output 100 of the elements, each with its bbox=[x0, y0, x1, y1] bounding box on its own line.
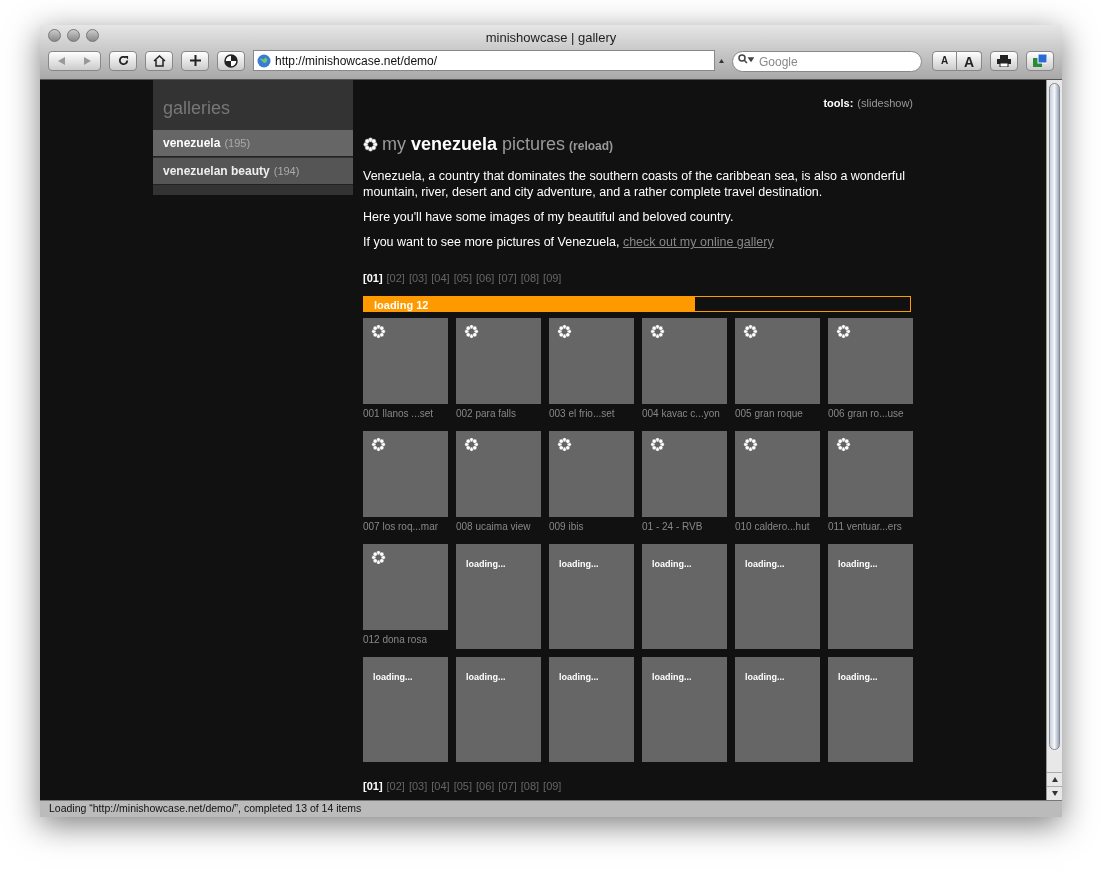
slideshow-link[interactable]: (slideshow) bbox=[857, 95, 913, 112]
thumbnail-caption: 01 - 24 - RVB bbox=[642, 519, 704, 534]
thumbnail[interactable]: loading... bbox=[735, 543, 820, 649]
thumbnail[interactable]: loading... bbox=[549, 656, 634, 762]
page-link[interactable]: [01] bbox=[363, 777, 383, 794]
loading-label: loading... bbox=[652, 558, 692, 569]
address-field[interactable]: http://minishowcase.net/demo/ bbox=[253, 50, 715, 71]
page-link[interactable]: [08] bbox=[520, 270, 540, 287]
page-link[interactable]: [04] bbox=[431, 270, 450, 287]
thumbnail[interactable]: loading... bbox=[642, 543, 727, 649]
spinner-icon bbox=[743, 323, 758, 339]
thumbnail[interactable] bbox=[456, 430, 541, 517]
thumbnail[interactable] bbox=[735, 317, 820, 404]
thumbnail[interactable] bbox=[549, 317, 634, 404]
thumbnail[interactable]: loading... bbox=[735, 656, 820, 762]
loading-label: loading... bbox=[838, 671, 878, 682]
thumbnail-caption: 002 para falls bbox=[456, 406, 518, 421]
larger-text-button[interactable]: A bbox=[957, 50, 982, 71]
page-link[interactable]: [07] bbox=[498, 270, 517, 287]
plus-icon bbox=[189, 55, 201, 66]
page-link[interactable]: [09] bbox=[543, 270, 562, 287]
thumbnail-caption: 008 ucaima view bbox=[456, 519, 532, 534]
thumbnail[interactable]: loading... bbox=[642, 656, 727, 762]
sidebar-title: galleries bbox=[162, 97, 232, 120]
tools-label: tools: bbox=[823, 96, 854, 111]
page-link[interactable]: [08] bbox=[520, 777, 540, 794]
thumbnail[interactable] bbox=[735, 430, 820, 517]
thumbnail[interactable] bbox=[642, 317, 727, 404]
home-button[interactable] bbox=[145, 50, 173, 71]
minimize-button[interactable] bbox=[67, 29, 80, 42]
loading-label: loading... bbox=[838, 558, 878, 569]
smaller-text-button[interactable]: A bbox=[932, 50, 957, 71]
thumbnail[interactable] bbox=[828, 317, 913, 404]
page-link[interactable]: [07] bbox=[498, 777, 517, 794]
zoom-button[interactable] bbox=[86, 29, 99, 42]
down-arrow-icon bbox=[1051, 791, 1058, 796]
page-link[interactable]: [05] bbox=[453, 777, 472, 794]
spinner-icon bbox=[557, 323, 572, 339]
loading-label: loading... bbox=[559, 558, 599, 569]
paragraph-text: If you want to see more pictures of Venezuela, bbox=[363, 235, 621, 249]
search-field[interactable]: Google bbox=[732, 51, 922, 72]
loading-label: loading... bbox=[466, 671, 506, 682]
thumbnail[interactable] bbox=[642, 430, 727, 517]
loading-label: loading... bbox=[745, 558, 785, 569]
page-link[interactable]: [06] bbox=[476, 270, 495, 287]
paragraph-text: Here you'll have some images of my beautiful and beloved country. bbox=[363, 209, 735, 225]
thumbnail[interactable] bbox=[549, 430, 634, 517]
loading-label: loading... bbox=[373, 671, 413, 682]
page-link[interactable]: [04] bbox=[431, 777, 450, 794]
paragraph-text: Venezuela, a country that dominates the southern coasts of the caribbean sea, is also a wonderful mountain, river, desert and city adventure, and a rather complete travel destination. bbox=[363, 168, 906, 200]
window-title: minishowcase | gallery bbox=[485, 29, 617, 47]
home-icon bbox=[152, 54, 166, 67]
loading-label: loading... bbox=[559, 671, 599, 682]
sidebar-item[interactable]: venezuelan beauty (194) bbox=[153, 158, 353, 185]
globe-icon bbox=[257, 53, 271, 68]
print-button[interactable] bbox=[990, 50, 1018, 71]
spinner-icon bbox=[363, 137, 378, 152]
loading-label: loading... bbox=[745, 671, 785, 682]
target-icon bbox=[224, 53, 238, 68]
spinner-icon bbox=[371, 323, 386, 339]
thumbnail-caption: 006 gran ro...use bbox=[828, 406, 905, 421]
close-button[interactable] bbox=[48, 29, 61, 42]
thumbnail-caption: 004 kavac c...yon bbox=[642, 406, 721, 421]
thumbnail[interactable] bbox=[363, 317, 448, 404]
thumbnail[interactable]: loading... bbox=[456, 543, 541, 649]
loading-label: loading... bbox=[652, 671, 692, 682]
thumbnail[interactable] bbox=[456, 317, 541, 404]
sidebar-item[interactable]: venezuela (195) bbox=[153, 130, 353, 157]
thumbnail[interactable]: loading... bbox=[828, 543, 913, 649]
page-link[interactable]: [02] bbox=[386, 270, 405, 287]
back-forward-button[interactable] bbox=[48, 50, 101, 71]
thumbnail[interactable]: loading... bbox=[456, 656, 541, 762]
spinner-icon bbox=[650, 436, 665, 452]
spinner-icon bbox=[464, 436, 479, 452]
gallery-link[interactable]: check out my online gallery bbox=[622, 235, 774, 249]
thumbnail-caption: 011 ventuar...ers bbox=[828, 519, 903, 534]
thumbnail[interactable] bbox=[828, 430, 913, 517]
thumbnail[interactable]: loading... bbox=[363, 656, 448, 762]
thumbnail-caption: 003 el frio...set bbox=[549, 406, 616, 421]
reload-link[interactable]: (reload) bbox=[569, 137, 614, 155]
spinner-icon bbox=[371, 549, 386, 565]
page-link[interactable]: [09] bbox=[543, 777, 562, 794]
thumbnail[interactable] bbox=[363, 430, 448, 517]
spinner-icon bbox=[371, 436, 386, 452]
page-link[interactable]: [01] bbox=[363, 270, 383, 287]
reload-button[interactable] bbox=[109, 50, 137, 71]
page-link[interactable]: [05] bbox=[453, 270, 472, 287]
thumbnail-caption: 007 los roq...mar bbox=[363, 519, 440, 534]
window-button[interactable] bbox=[1026, 50, 1054, 71]
add-bookmark-button[interactable] bbox=[181, 50, 209, 71]
thumbnail-caption: 005 gran roque bbox=[735, 406, 804, 421]
thumbnail[interactable]: loading... bbox=[828, 656, 913, 762]
page-link[interactable]: [02] bbox=[386, 777, 405, 794]
page-link[interactable]: [06] bbox=[476, 777, 495, 794]
page-link[interactable]: [03] bbox=[408, 777, 428, 794]
spinner-icon bbox=[557, 436, 572, 452]
thumbnail[interactable] bbox=[363, 543, 448, 630]
scroll-thumb[interactable] bbox=[1049, 83, 1060, 750]
page-link[interactable]: [03] bbox=[408, 270, 428, 287]
thumbnail[interactable]: loading... bbox=[549, 543, 634, 649]
